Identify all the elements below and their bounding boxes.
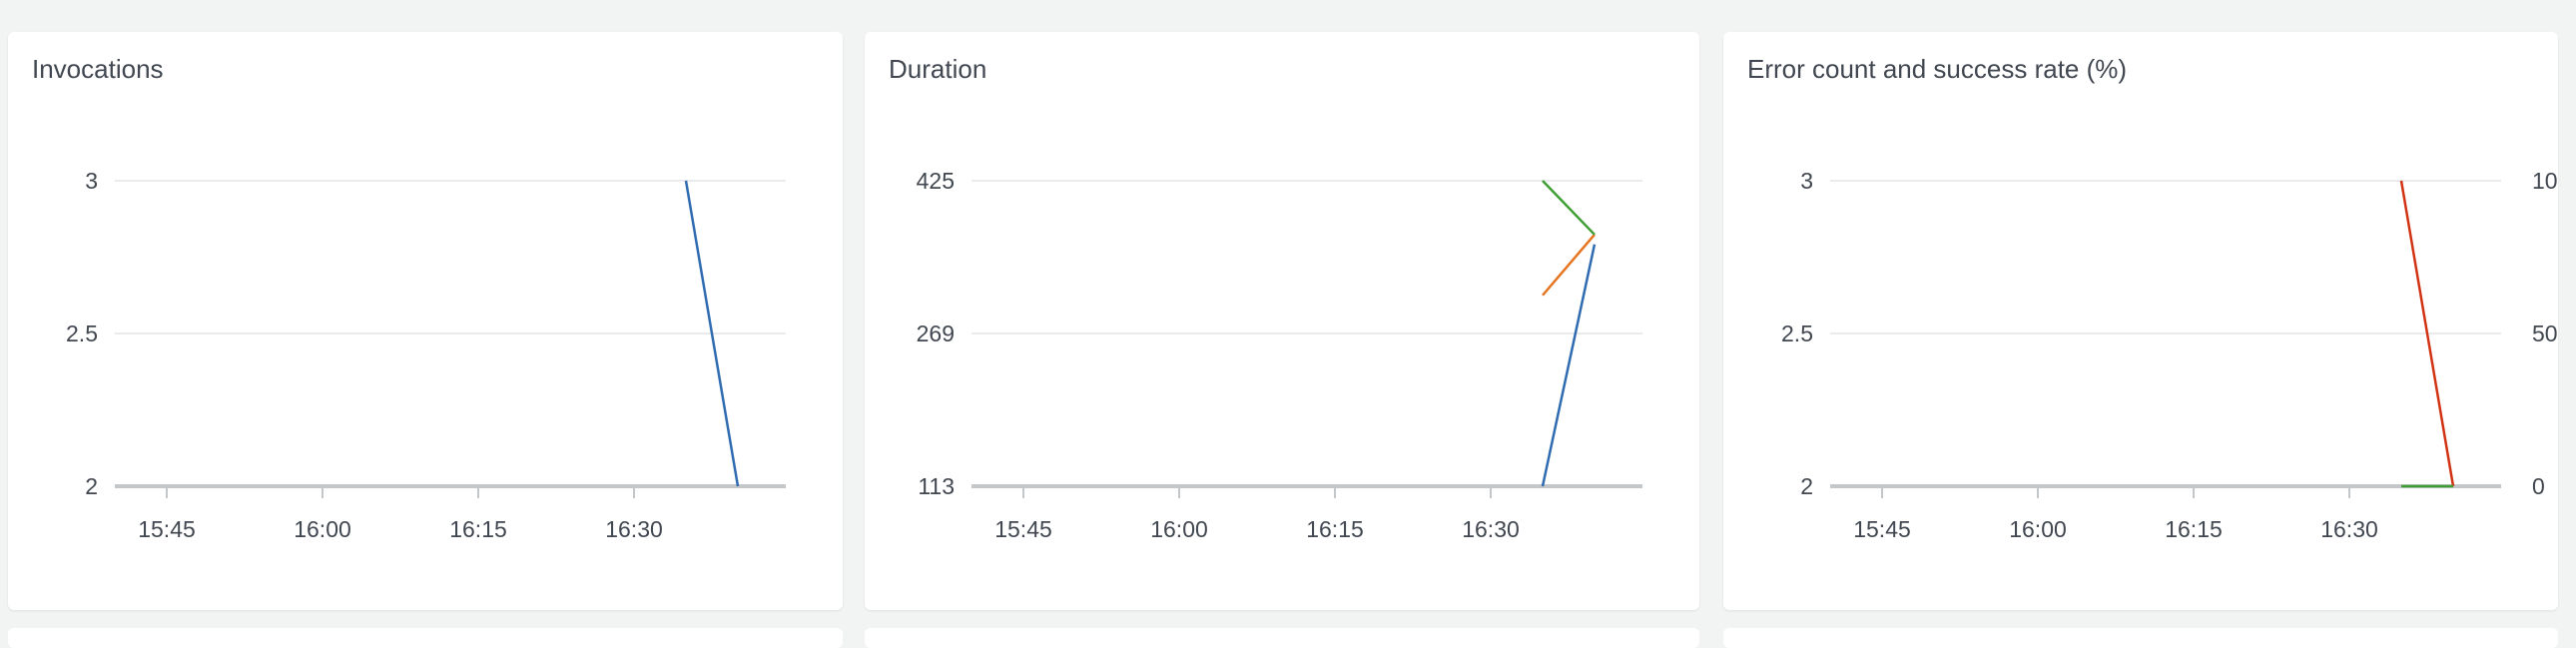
y-tick-label: 2.5 [66, 321, 98, 346]
x-tick-label: 16:15 [449, 516, 507, 542]
y2-tick-label: 100 [2532, 168, 2558, 194]
error-count-panel: Error count and success rate (%) 3 2.5 2 10… [1723, 32, 2558, 610]
x-tick-label: 15:45 [1853, 516, 1911, 542]
next-panel-edge [8, 628, 843, 648]
x-tick-label: 16:30 [1462, 516, 1520, 542]
y-tick-label: 425 [917, 168, 955, 194]
duration-panel: Duration 425 269 113 15:45 16:00 16:15 16:30 [865, 32, 1699, 610]
y-tick-label: 2 [85, 473, 98, 499]
next-panel-edge [865, 628, 1699, 648]
x-tick-label: 16:00 [1150, 516, 1208, 542]
y-tick-label: 2 [1800, 473, 1813, 499]
duration-chart: 425 269 113 15:45 16:00 16:15 16:30 [917, 168, 1642, 542]
invocations-panel: Invocations 3 2.5 2 15:45 16:00 16:15 16:30 [8, 32, 843, 610]
x-tick-label: 15:45 [994, 516, 1052, 542]
invocations-chart: 3 2.5 2 15:45 16:00 16:15 16:30 [66, 168, 786, 542]
x-tick-label: 16:15 [1306, 516, 1364, 542]
next-panel-edge [1723, 628, 2558, 648]
x-tick-label: 16:15 [2165, 516, 2223, 542]
y-tick-label: 3 [1800, 168, 1813, 194]
x-tick-label: 15:45 [138, 516, 196, 542]
x-tick-label: 16:30 [2320, 516, 2378, 542]
x-tick-label: 16:30 [605, 516, 663, 542]
y2-tick-label: 0 [2532, 473, 2545, 499]
y-tick-label: 113 [918, 473, 955, 499]
y-tick-label: 269 [917, 321, 955, 346]
series-line [1542, 180, 1596, 236]
error-count-chart: 3 2.5 2 100 50 0 15:45 16:00 16:15 16:30 [1781, 168, 2558, 542]
x-tick-label: 16:00 [2009, 516, 2067, 542]
x-tick-label: 16:00 [294, 516, 351, 542]
y2-tick-label: 50 [2532, 321, 2558, 346]
series-line [1541, 244, 1597, 487]
y-tick-label: 2.5 [1781, 321, 1813, 346]
y-tick-label: 3 [85, 168, 98, 194]
